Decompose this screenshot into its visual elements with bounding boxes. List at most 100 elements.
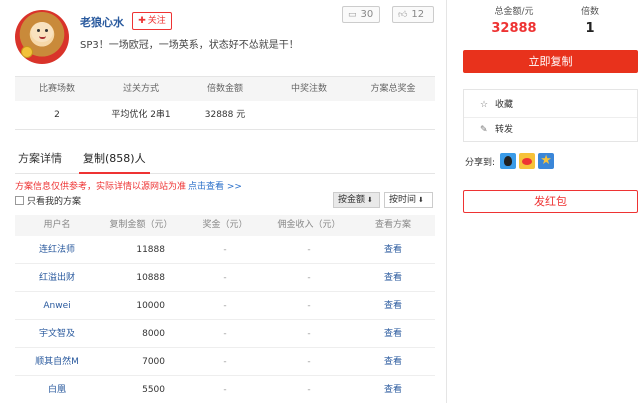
sort-time-label: 按时间 [389,195,417,205]
send-red-packet-button[interactable]: 发红包 [463,190,638,213]
row-copy-amount: 7000 [142,357,165,367]
tab-plan-detail[interactable]: 方案详情 [18,150,62,174]
share-label: 分享到: [465,157,496,168]
summary-value-row: 2 平均优化 2串1 32888 元 [15,101,435,130]
multiple-stat: 倍数 1 [565,4,615,36]
match-count: 2 [54,110,60,120]
multiple-value: 1 [585,21,595,36]
row-view-link[interactable]: 查看 [351,376,435,403]
main-column: 老狼心水 ✚ 关注 SP3！一场欧冠，一场英系，状态好不怂就是干！ ▭ 30 👍︎ 1… [0,0,446,403]
qzone-share-icon[interactable]: ★ [538,153,555,169]
share-row: 分享到: ★ [465,151,555,171]
user-motto: SP3！一场欧冠，一场英系，状态好不怂就是干！ [80,40,299,51]
row-commission: - [307,329,311,339]
table-row: 顺其自然M 7000 - - 查看 [15,348,435,376]
row-view-link[interactable]: 查看 [351,320,435,347]
copy-users-table: 用户名 复制金额（元） 奖金（元） 佣金收入（元） 查看方案 连红法师 1188… [15,215,435,403]
summary-header-row: 比赛场数 过关方式 倍数金额 中奖注数 方案总奖金 [15,77,435,101]
arrow-down-icon: ⬇ [418,196,424,204]
summary-header-cell: 比赛场数 [38,84,75,94]
follow-button[interactable]: ✚ 关注 [132,12,172,30]
sort-by-time-button[interactable]: 按时间 ⬇ [384,192,433,208]
star-outline-icon: ☆ [480,100,489,110]
table-row: 宇文智及 8000 - - 查看 [15,320,435,348]
row-copy-amount: 10888 [136,273,165,283]
arrow-down-icon: ⬇ [367,196,373,204]
avatar-eye [45,29,48,32]
total-amount-stat: 总金额/元 32888 [477,4,551,36]
row-commission: - [307,245,311,255]
only-mine-filter[interactable]: 只看我的方案 [15,194,81,207]
row-view-link[interactable]: 查看 [351,236,435,263]
copy-now-button[interactable]: 立即复制 [463,50,638,73]
weibo-share-icon[interactable] [519,153,536,169]
avatar-face [31,22,53,42]
row-username[interactable]: Anwei [15,292,99,319]
likes-button[interactable]: 👍︎ 12 [392,6,434,23]
avatar[interactable] [15,10,69,64]
table-row: 连红法师 11888 - - 查看 [15,236,435,264]
plan-stats: 总金额/元 32888 倍数 1 [447,0,640,46]
row-prize: - [223,329,227,339]
profile-header: 老狼心水 ✚ 关注 SP3！一场欧冠，一场英系，状态好不怂就是干！ ▭ 30 👍︎ 1… [0,0,446,75]
tab-copy-list[interactable]: 复制(858)人 [79,150,150,174]
comment-icon: ▭ [348,10,357,20]
row-commission: - [307,385,311,395]
comments-count: 30 [360,9,374,20]
total-amount-value: 32888 [491,21,537,36]
row-copy-amount: 5500 [142,385,165,395]
table-row: Anwei 10000 - - 查看 [15,292,435,320]
multiple-amount: 32888 元 [204,110,246,120]
row-prize: - [223,245,227,255]
total-prize [351,101,435,130]
sort-amount-label: 按金额 [338,195,366,205]
favorite-label: 收藏 [495,100,514,110]
table-header-row: 用户名 复制金额（元） 奖金（元） 佣金收入（元） 查看方案 [15,215,435,236]
disclaimer-text: 方案信息仅供参考，实际详情以源网站为准 [15,182,187,192]
edit-icon: ✎ [480,125,488,135]
row-view-link[interactable]: 查看 [351,264,435,291]
row-copy-amount: 10000 [136,301,165,311]
username[interactable]: 老狼心水 [80,14,124,30]
row-prize: - [223,357,227,367]
row-username[interactable]: 宇文智及 [15,320,99,347]
row-commission: - [307,301,311,311]
column-header-user: 用户名 [43,220,71,230]
summary-header-cell: 中奖注数 [290,84,327,94]
row-prize: - [223,385,227,395]
multiple-label: 倍数 [580,7,599,17]
summary-header-cell: 方案总奖金 [370,84,416,94]
column-header-prize: 奖金（元） [202,220,248,230]
tab-bar: 方案详情 复制(858)人 [15,148,435,174]
row-username[interactable]: 顺其自然M [15,348,99,375]
comments-button[interactable]: ▭ 30 [342,6,380,23]
row-copy-amount: 8000 [142,329,165,339]
row-username[interactable]: 红溢出财 [15,264,99,291]
sidebar: 总金额/元 32888 倍数 1 立即复制 ☆ 收藏 ✎ 转发 分享到: ★ 发红包 [446,0,640,403]
row-username[interactable]: 连红法师 [15,236,99,263]
only-mine-label: 只看我的方案 [27,197,82,207]
view-details-link[interactable]: 点击查看 >> [188,182,242,192]
row-username[interactable]: 白凰 [15,376,99,403]
summary-header-cell: 倍数金额 [206,84,243,94]
row-commission: - [307,357,311,367]
thumbs-up-icon: 👍︎ [398,10,408,20]
follow-label: 关注 [147,16,166,26]
coin-icon [21,46,33,58]
repost-button[interactable]: ✎ 转发 [464,117,637,143]
column-header-amount: 复制金额（元） [109,220,173,230]
only-mine-checkbox[interactable] [15,196,24,205]
row-view-link[interactable]: 查看 [351,348,435,375]
row-commission: - [307,273,311,283]
column-header-view: 查看方案 [374,220,411,230]
action-panel: ☆ 收藏 ✎ 转发 [463,89,638,142]
sort-by-amount-button[interactable]: 按金额 ⬇ [333,192,380,208]
row-view-link[interactable]: 查看 [351,292,435,319]
disclaimer-notice: 方案信息仅供参考，实际详情以源网站为准 点击查看 >> [15,179,242,192]
qq-share-icon[interactable] [500,153,517,169]
favorite-button[interactable]: ☆ 收藏 [464,92,637,118]
row-prize: - [223,301,227,311]
summary-header-cell: 过关方式 [122,84,159,94]
table-row: 红溢出财 10888 - - 查看 [15,264,435,292]
pass-method: 平均优化 2串1 [111,110,171,120]
